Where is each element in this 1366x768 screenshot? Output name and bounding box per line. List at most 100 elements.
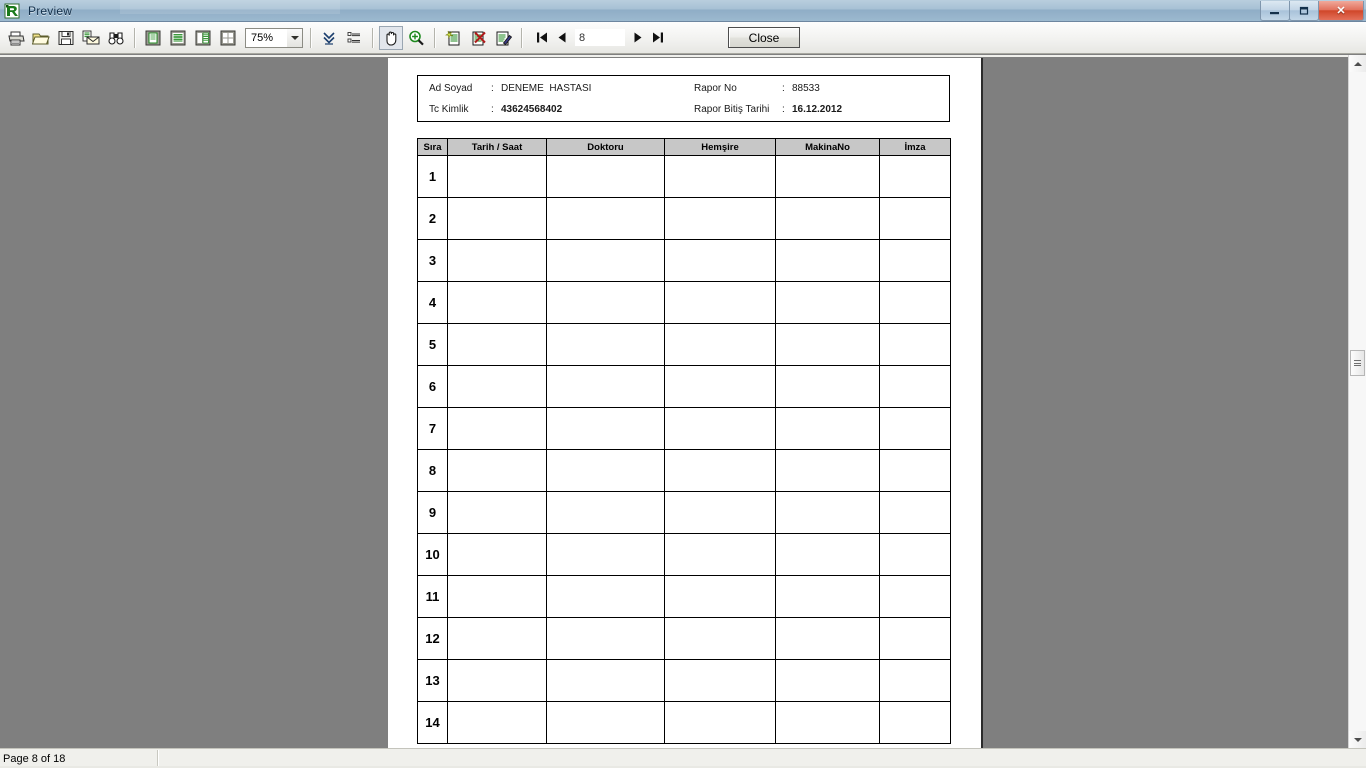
vertical-scrollbar[interactable] [1348,55,1366,748]
edit-report-icon[interactable] [491,26,515,50]
close-window-button[interactable]: ✕ [1318,1,1364,21]
cell-hemsire [664,533,776,576]
header-field-rapor-no: Rapor No : 88533 [694,83,820,94]
cell-hemsire [664,239,776,282]
table-row: 13 [417,659,951,702]
cell-hemsire [664,617,776,660]
view-single-page-icon[interactable] [141,26,165,50]
page-number-input[interactable] [575,29,625,46]
cell-imza [879,155,951,198]
row-index-cell: 11 [417,575,448,618]
maximize-button[interactable] [1289,1,1319,21]
view-multi-pages-icon[interactable] [216,26,240,50]
scroll-up-icon[interactable] [1349,55,1366,72]
export-mail-icon[interactable] [79,26,103,50]
scrollbar-grip-icon [1354,359,1361,368]
last-page-button[interactable] [648,27,668,49]
collapse-all-icon[interactable] [317,26,341,50]
cell-tarih-saat [447,449,547,492]
cell-doktoru [546,491,665,534]
scrollbar-track[interactable] [1349,72,1366,731]
cell-imza [879,575,951,618]
table-row: 1 [417,155,951,198]
table-row: 14 [417,701,951,744]
cell-doktoru [546,407,665,450]
header-label-rapor-no: Rapor No [694,83,737,94]
table-row: 11 [417,575,951,618]
header-colon: : [782,83,785,94]
cell-doktoru [546,239,665,282]
header-label-tc-kimlik: Tc Kimlik [429,104,469,115]
page-navigation[interactable] [532,27,668,49]
row-index-cell: 3 [417,239,448,282]
zoom-level-value: 75% [251,31,274,44]
row-index-cell: 12 [417,617,448,660]
cell-makinano [775,533,880,576]
status-secondary-panel [158,749,1366,768]
close-preview-button[interactable]: Close [728,27,800,48]
cell-tarih-saat [447,617,547,660]
chevron-down-icon[interactable] [287,28,302,47]
cell-makinano [775,365,880,408]
new-report-icon[interactable] [441,26,465,50]
cell-doktoru [546,323,665,366]
window-titlebar[interactable]: Preview ✕ [0,0,1366,22]
cell-hemsire [664,659,776,702]
table-row: 9 [417,491,951,534]
minimize-button[interactable] [1260,1,1290,21]
find-binoculars-icon[interactable] [104,26,128,50]
table-row: 10 [417,533,951,576]
cell-doktoru [546,449,665,492]
zoom-level-combobox[interactable]: 75% [245,27,303,48]
toolbar-separator-5 [521,27,523,48]
zoom-tool-icon[interactable] [404,26,428,50]
outline-tree-icon[interactable] [342,26,366,50]
hand-tool-icon[interactable] [379,25,403,50]
cell-makinano [775,575,880,618]
page-status-text: Page 8 of 18 [0,749,158,768]
toolbar-separator-1 [134,27,136,48]
view-two-pages-icon[interactable] [191,26,215,50]
cell-makinano [775,617,880,660]
header-value-ad-soyad: DENEME HASTASI [501,83,592,94]
open-folder-icon[interactable] [29,26,53,50]
row-index-cell: 7 [417,407,448,450]
view-page-width-icon[interactable] [166,26,190,50]
cell-imza [879,491,951,534]
table-body: 1 2 3 4 5 6 7 8 9 10 11 12 13 14 [417,155,951,744]
header-label-ad-soyad: Ad Soyad [429,83,473,94]
cell-imza [879,659,951,702]
cell-tarih-saat [447,575,547,618]
toolbar-separator-3 [372,27,374,48]
window-controls[interactable]: ✕ [1260,1,1364,21]
cell-tarih-saat [447,197,547,240]
cell-doktoru [546,281,665,324]
header-colon: : [491,83,494,94]
save-icon[interactable] [54,26,78,50]
cell-imza [879,239,951,282]
cell-hemsire [664,365,776,408]
previous-page-button[interactable] [552,27,572,49]
cell-imza [879,323,951,366]
cell-imza [879,617,951,660]
next-page-button[interactable] [628,27,648,49]
header-colon: : [782,104,785,115]
scroll-down-icon[interactable] [1349,731,1366,748]
preview-viewport[interactable]: Ad Soyad : DENEME HASTASI Tc Kimlik : 43… [0,55,1348,748]
window-title: Preview [28,3,73,18]
row-index-cell: 10 [417,533,448,576]
scrollbar-thumb[interactable] [1350,350,1365,376]
table-row: 4 [417,281,951,324]
cell-imza [879,701,951,744]
header-label-rapor-bitis-tarihi: Rapor Bitiş Tarihi [694,104,770,115]
header-value-tc-kimlik: 43624568402 [501,104,563,115]
header-field-tc-kimlik: Tc Kimlik : 43624568402 [429,104,562,115]
preview-toolbar[interactable]: 75% 8 Close [0,22,1366,54]
delete-report-icon[interactable] [466,26,490,50]
cell-tarih-saat [447,239,547,282]
cell-makinano [775,239,880,282]
first-page-button[interactable] [532,27,552,49]
cell-makinano [775,155,880,198]
cell-tarih-saat [447,491,547,534]
print-icon[interactable] [4,26,28,50]
